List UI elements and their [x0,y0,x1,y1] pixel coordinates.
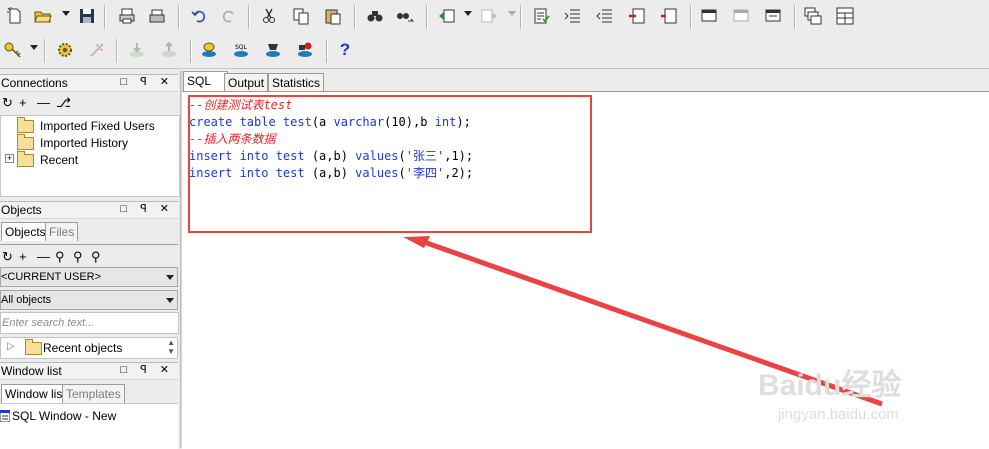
watermark-url: jingyan.baidu.com [778,406,899,423]
watermark-brand: Baidu经验 [758,369,902,402]
